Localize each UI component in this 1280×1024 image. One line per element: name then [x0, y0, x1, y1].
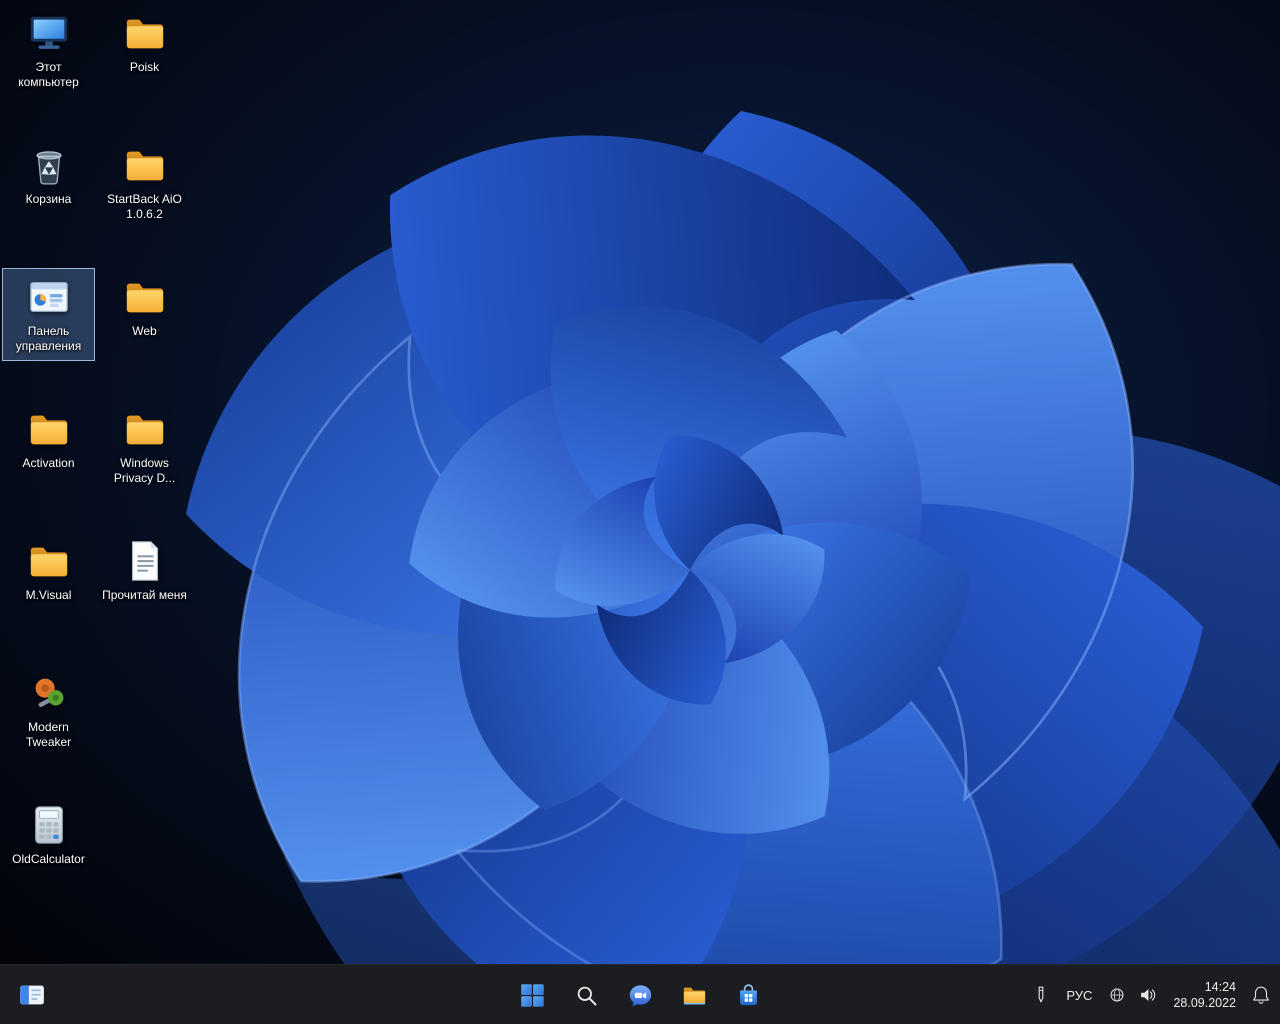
desktop-icon-label: OldCalculator — [12, 852, 85, 866]
desktop-icon-modern-tweaker[interactable]: Modern Tweaker — [2, 664, 95, 757]
desktop-icon-web[interactable]: Web — [98, 268, 191, 346]
start-button[interactable] — [512, 975, 552, 1015]
taskbar-center — [512, 965, 768, 1024]
desktop-icon-label: StartBack AiO 1.0.6.2 — [107, 192, 182, 221]
desktop-icon-readme[interactable]: Прочитай меня — [98, 532, 191, 610]
desktop-icon-activation[interactable]: Activation — [2, 400, 95, 478]
startallback-icon — [17, 980, 47, 1010]
taskbar: РУС 14:24 28.09.2022 — [0, 964, 1280, 1024]
chat-button[interactable] — [620, 975, 660, 1015]
system-tray: РУС 14:24 28.09.2022 — [1030, 965, 1272, 1024]
desktop-icon-image — [122, 10, 168, 56]
startallback-button[interactable] — [12, 975, 52, 1015]
desktop-icon-label: Activation — [22, 456, 75, 470]
desktop-icon-image — [122, 142, 168, 188]
search-button[interactable] — [566, 975, 606, 1015]
desktop-icon-recycle-bin[interactable]: Корзина — [2, 136, 95, 214]
taskbar-button-icon — [627, 982, 654, 1009]
volume-icon[interactable] — [1137, 984, 1159, 1006]
desktop-icon-image — [122, 274, 168, 320]
desktop-icon-startback-aio[interactable]: StartBack AiO 1.0.6.2 — [98, 136, 191, 229]
pen-icon[interactable] — [1030, 984, 1052, 1006]
desktop-icon-label: Windows Privacy D... — [113, 456, 176, 485]
desktop-icon-this-pc[interactable]: Этот компьютер — [2, 4, 95, 97]
desktop-icon-label: Poisk — [129, 60, 160, 74]
desktop-icon-label: Modern Tweaker — [25, 720, 72, 749]
taskbar-button-icon — [735, 982, 762, 1009]
clock[interactable]: 14:24 28.09.2022 — [1168, 979, 1241, 1011]
desktop-icon-windows-privacy[interactable]: Windows Privacy D... — [98, 400, 191, 493]
desktop-icon-label: Панель управления — [15, 324, 82, 353]
notifications-icon[interactable] — [1250, 984, 1272, 1006]
microsoft-store-button[interactable] — [728, 975, 768, 1015]
taskbar-button-icon — [519, 982, 546, 1009]
desktop-icon-label: Прочитай меня — [102, 588, 187, 602]
language-indicator[interactable]: РУС — [1061, 988, 1097, 1003]
desktop-icon-image — [26, 274, 72, 320]
desktop-icon-image — [26, 670, 72, 716]
desktop-icon-poisk[interactable]: Poisk — [98, 4, 191, 82]
desktop-icon-label: Этот компьютер — [18, 60, 79, 89]
desktop: Этот компьютер Корзина Панель управления… — [0, 0, 1280, 1024]
desktop-icon-image — [122, 406, 168, 452]
desktop-icon-label: Корзина — [25, 192, 72, 206]
desktop-icons: Этот компьютер Корзина Панель управления… — [0, 0, 1280, 964]
desktop-icon-image — [26, 538, 72, 584]
desktop-icon-image — [26, 10, 72, 56]
desktop-icon-label: M.Visual — [25, 588, 72, 602]
desktop-icon-image — [122, 538, 168, 584]
clock-date: 28.09.2022 — [1173, 996, 1236, 1010]
network-icon[interactable] — [1106, 984, 1128, 1006]
taskbar-button-icon — [573, 982, 600, 1009]
taskbar-button-icon — [681, 982, 708, 1009]
desktop-icon-oldcalculator[interactable]: OldCalculator — [2, 796, 95, 874]
desktop-icon-image — [26, 406, 72, 452]
desktop-icon-image — [26, 802, 72, 848]
taskbar-left — [12, 965, 52, 1024]
desktop-icon-control-panel[interactable]: Панель управления — [2, 268, 95, 361]
desktop-icon-label: Web — [132, 324, 157, 338]
desktop-icon-m-visual[interactable]: M.Visual — [2, 532, 95, 610]
file-explorer-button[interactable] — [674, 975, 714, 1015]
desktop-icon-image — [26, 142, 72, 188]
clock-time: 14:24 — [1204, 980, 1236, 994]
